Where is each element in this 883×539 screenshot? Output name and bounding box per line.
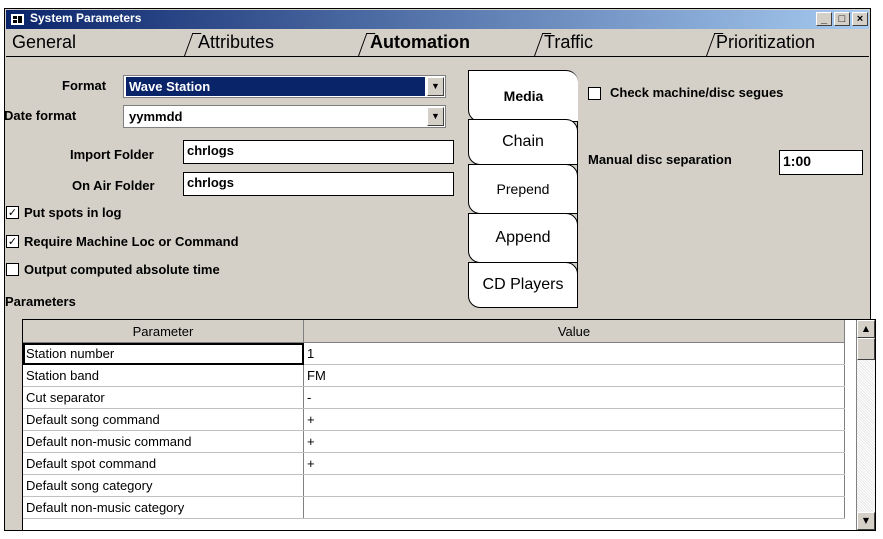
param-name-cell[interactable]: Default non-music command	[23, 430, 304, 453]
param-name-cell[interactable]: Station band	[23, 364, 304, 387]
tab-strip: General Attributes Automation Traffic Pr…	[6, 30, 869, 56]
param-name-cell[interactable]: Station number	[23, 342, 304, 365]
param-name-cell[interactable]: Default song command	[23, 408, 304, 431]
format-label: Format	[62, 78, 107, 93]
table-row[interactable]: Default song command +	[23, 408, 845, 431]
table-row[interactable]: Default song category	[23, 474, 845, 497]
parameters-label: Parameters	[5, 294, 76, 309]
chevron-down-icon[interactable]: ▼	[427, 107, 444, 126]
tab-automation[interactable]: Automation	[358, 30, 534, 56]
on-air-folder-input[interactable]: chrlogs	[183, 172, 454, 196]
param-value-cell[interactable]: -	[303, 386, 845, 409]
check-segues-checkbox[interactable]	[588, 87, 601, 100]
grid-vertical-scrollbar[interactable]: ▲ ▼	[856, 320, 875, 530]
tab-divider	[6, 56, 869, 57]
scroll-thumb[interactable]	[857, 338, 875, 360]
tab-label: General	[12, 32, 77, 52]
window-title: System Parameters	[30, 11, 142, 25]
parameters-grid[interactable]: Parameter Value Station number 1 Station …	[22, 319, 876, 531]
check-segues-label: Check machine/disc segues	[610, 85, 784, 100]
scroll-down-icon[interactable]: ▼	[857, 512, 875, 530]
require-machine-label: Require Machine Loc or Command	[24, 234, 239, 249]
tab-label: Attributes	[198, 32, 275, 52]
scroll-up-icon[interactable]: ▲	[857, 320, 875, 338]
parameters-table: Parameter Value Station number 1 Station …	[23, 320, 845, 519]
format-select[interactable]: Wave Station ▼	[123, 75, 446, 98]
format-value: Wave Station	[126, 77, 425, 96]
table-row[interactable]: Station number 1	[23, 342, 845, 365]
side-tab-media[interactable]: Media	[468, 70, 578, 122]
date-format-select[interactable]: yymmdd ▼	[123, 105, 446, 128]
param-value-cell[interactable]: +	[303, 452, 845, 475]
app-icon	[11, 14, 24, 25]
require-machine-checkbox[interactable]: ✓	[6, 235, 19, 248]
tab-label: Prioritization	[716, 32, 816, 52]
param-name-cell[interactable]: Default non-music category	[23, 496, 304, 519]
param-value-cell[interactable]: +	[303, 408, 845, 431]
table-row[interactable]: Station band FM	[23, 364, 845, 387]
tab-prioritization[interactable]: Prioritization	[706, 30, 871, 56]
param-value-cell[interactable]: 1	[303, 342, 845, 365]
output-time-checkbox[interactable]	[6, 263, 19, 276]
date-format-label: Date format	[4, 108, 77, 123]
tab-label: Traffic	[544, 32, 594, 52]
side-tab-chain[interactable]: Chain	[468, 119, 578, 165]
disc-separation-input[interactable]: 1:00	[779, 150, 863, 175]
minimize-button[interactable]: _	[816, 12, 832, 26]
side-tab-divider	[577, 122, 578, 308]
put-spots-checkbox[interactable]: ✓	[6, 206, 19, 219]
tab-attributes[interactable]: Attributes	[184, 30, 358, 56]
tab-traffic[interactable]: Traffic	[534, 30, 706, 56]
param-value-cell[interactable]: FM	[303, 364, 845, 387]
chevron-down-icon[interactable]: ▼	[427, 77, 444, 96]
param-value-cell[interactable]	[303, 496, 845, 519]
title-bar[interactable]: System Parameters _ □ ×	[6, 10, 869, 29]
param-name-cell[interactable]: Cut separator	[23, 386, 304, 409]
param-value-cell[interactable]	[303, 474, 845, 497]
tab-general[interactable]: General	[6, 30, 184, 56]
tab-label: Automation	[370, 32, 470, 52]
import-folder-input[interactable]: chrlogs	[183, 140, 454, 164]
param-name-cell[interactable]: Default song category	[23, 474, 304, 497]
maximize-button[interactable]: □	[834, 12, 850, 26]
param-name-cell[interactable]: Default spot command	[23, 452, 304, 475]
import-folder-label: Import Folder	[70, 147, 154, 162]
close-button[interactable]: ×	[852, 12, 868, 26]
date-format-value: yymmdd	[129, 109, 183, 124]
table-row[interactable]: Cut separator -	[23, 386, 845, 409]
output-time-label: Output computed absolute time	[24, 262, 220, 277]
grid-header-value[interactable]: Value	[303, 320, 845, 343]
table-row[interactable]: Default spot command +	[23, 452, 845, 475]
disc-separation-label: Manual disc separation	[588, 152, 732, 167]
side-tab-prepend[interactable]: Prepend	[468, 164, 578, 214]
side-tab-cd-players[interactable]: CD Players	[468, 262, 578, 308]
table-row[interactable]: Default non-music category	[23, 496, 845, 519]
on-air-folder-label: On Air Folder	[72, 178, 155, 193]
put-spots-label: Put spots in log	[24, 205, 122, 220]
table-row[interactable]: Default non-music command +	[23, 430, 845, 453]
side-tab-append[interactable]: Append	[468, 213, 578, 263]
param-value-cell[interactable]: +	[303, 430, 845, 453]
grid-header-parameter[interactable]: Parameter	[23, 320, 304, 343]
